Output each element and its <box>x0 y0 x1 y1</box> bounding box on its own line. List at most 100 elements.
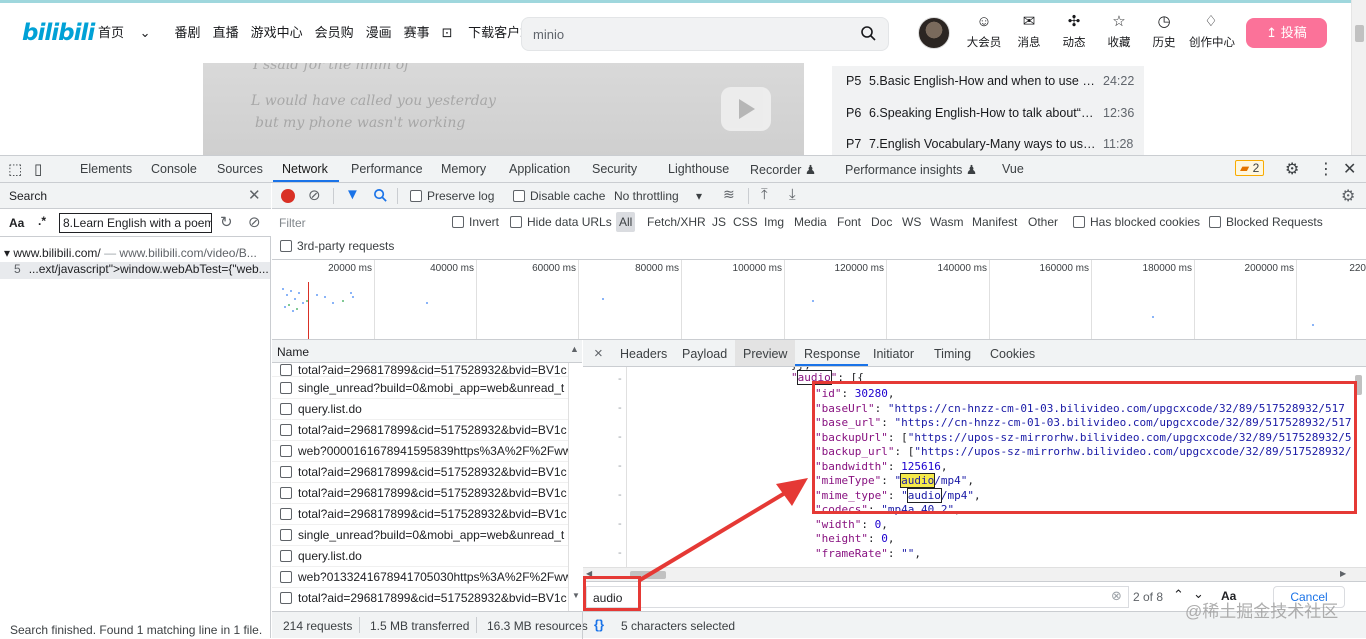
nav-home[interactable]: 首页 ⌄ <box>98 22 163 41</box>
network-settings-icon[interactable]: ⚙ <box>1341 186 1355 206</box>
name-column-header[interactable]: Name <box>277 345 309 359</box>
tab-vue[interactable]: Vue <box>1002 162 1024 176</box>
inspect-icon[interactable]: ⬚ <box>8 160 22 178</box>
type-filter-manifest[interactable]: Manifest <box>972 215 1017 229</box>
play-icon[interactable] <box>721 87 771 131</box>
video-player[interactable]: I ssaid for the hmm of L would have call… <box>203 63 804 155</box>
nav-game-center[interactable]: 游戏中心 <box>251 22 303 41</box>
nav-live[interactable]: 直播 <box>213 22 239 41</box>
find-previous-icon[interactable]: ⌃ <box>1173 587 1184 603</box>
timeline-overview[interactable]: 20000 ms 40000 ms 60000 ms 80000 ms 1000… <box>272 260 1366 340</box>
tab-cookies[interactable]: Cookies <box>990 347 1035 361</box>
scrollbar-thumb[interactable] <box>1355 25 1364 42</box>
request-row[interactable]: total?aid=296817899&cid=517528932&bvid=B… <box>272 483 568 504</box>
tab-initiator[interactable]: Initiator <box>873 347 914 361</box>
export-har-icon[interactable]: ⤓ <box>789 186 796 203</box>
clear-icon[interactable]: ⊘ <box>248 213 261 231</box>
nav-manga[interactable]: 漫画 <box>366 22 392 41</box>
pretty-print-icon[interactable]: {} <box>594 617 604 632</box>
record-icon[interactable] <box>281 189 295 203</box>
third-party-checkbox[interactable]: 3rd-party requests <box>280 239 394 253</box>
search-result-line[interactable]: 5 ...ext/javascript">window.webAbTest={"w… <box>0 262 270 279</box>
refresh-icon[interactable]: ↻ <box>220 213 233 231</box>
type-filter-img[interactable]: Img <box>764 215 784 229</box>
request-row[interactable]: query.list.do <box>272 546 568 567</box>
has-blocked-cookies-checkbox[interactable]: Has blocked cookies <box>1073 215 1200 229</box>
dynamic-button[interactable]: ✣ 动态 <box>1054 13 1094 50</box>
type-filter-fetch-xhr[interactable]: Fetch/XHR <box>647 215 706 229</box>
playlist-item[interactable]: P6 6.Speaking English-How to talk about“S… <box>846 106 1136 126</box>
tab-headers[interactable]: Headers <box>620 347 667 361</box>
history-button[interactable]: ◷ 历史 <box>1144 13 1184 50</box>
vip-button[interactable]: ☺ 大会员 <box>964 13 1004 50</box>
scroll-right-icon[interactable]: ▶ <box>1340 569 1346 578</box>
tab-recorder[interactable]: Recorder ♟ <box>750 162 816 177</box>
network-conditions-icon[interactable]: ≋ <box>723 186 735 203</box>
tab-console[interactable]: Console <box>151 162 197 176</box>
tab-lighthouse[interactable]: Lighthouse <box>668 162 729 176</box>
request-row[interactable]: web?0000161678941595839https%3A%2F%2Fwww <box>272 441 568 462</box>
tab-timing[interactable]: Timing <box>934 347 971 361</box>
tab-response[interactable]: Response <box>804 347 860 361</box>
close-devtools-icon[interactable]: ✕ <box>1343 159 1356 179</box>
tab-performance-insights[interactable]: Performance insights ♟ <box>845 162 977 177</box>
request-row[interactable]: total?aid=296817899&cid=517528932&bvid=B… <box>272 504 568 525</box>
type-filter-js[interactable]: JS <box>712 215 726 229</box>
response-horizontal-scrollbar[interactable]: ◀ ▶ <box>583 567 1366 581</box>
close-search-icon[interactable]: ✕ <box>248 186 261 204</box>
site-search-input[interactable]: minio <box>533 27 564 42</box>
search-network-icon[interactable] <box>373 188 388 203</box>
avatar[interactable] <box>918 17 950 49</box>
request-row[interactable]: total?aid=296817899&cid=517528932&bvid=B… <box>272 363 568 377</box>
nav-mall[interactable]: 会员购 <box>315 22 354 41</box>
type-filter-ws[interactable]: WS <box>902 215 921 229</box>
scroll-down-icon[interactable]: ▼ <box>572 591 580 600</box>
disable-cache-checkbox[interactable]: Disable cache <box>513 189 605 203</box>
type-filter-doc[interactable]: Doc <box>871 215 892 229</box>
tab-network[interactable]: Network <box>282 162 328 176</box>
request-row[interactable]: single_unread?build=0&mobi_app=web&unrea… <box>272 525 568 546</box>
favorite-button[interactable]: ☆ 收藏 <box>1099 13 1139 50</box>
type-filter-font[interactable]: Font <box>837 215 861 229</box>
request-list-scrollbar[interactable]: ▼ <box>568 363 582 611</box>
hide-data-urls-checkbox[interactable]: Hide data URLs <box>510 215 612 229</box>
clear-find-icon[interactable]: ⊗ <box>1111 588 1122 604</box>
issues-badge[interactable]: ▰ 2 <box>1235 160 1265 176</box>
more-options-icon[interactable]: ⋮ <box>1318 159 1334 179</box>
match-case-toggle[interactable]: Aa <box>9 216 24 230</box>
settings-icon[interactable]: ⚙ <box>1285 159 1299 179</box>
request-row[interactable]: total?aid=296817899&cid=517528932&bvid=B… <box>272 588 568 609</box>
filter-icon[interactable]: ▼ <box>345 186 360 203</box>
tab-memory[interactable]: Memory <box>441 162 486 176</box>
playlist-item[interactable]: P5 5.Basic English-How and when to use DO… <box>846 74 1136 94</box>
throttling-select[interactable]: No throttling ▾ <box>614 189 702 203</box>
upload-button[interactable]: ↥ 投稿 <box>1246 18 1327 48</box>
search-result-file[interactable]: ▾ www.bilibili.com/ — www.bilibili.com/v… <box>4 246 270 260</box>
tab-performance[interactable]: Performance <box>351 162 423 176</box>
request-row[interactable]: query.list.do <box>272 399 568 420</box>
message-button[interactable]: ✉ 消息 <box>1009 13 1049 50</box>
creator-button[interactable]: ♢ 创作中心 <box>1189 13 1235 50</box>
type-filter-css[interactable]: CSS <box>733 215 758 229</box>
type-filter-wasm[interactable]: Wasm <box>930 215 964 229</box>
site-search-box[interactable]: minio <box>521 17 889 51</box>
preserve-log-checkbox[interactable]: Preserve log <box>410 189 494 203</box>
bilibili-logo[interactable]: bilibili <box>22 20 95 46</box>
search-query-input[interactable]: 8.Learn English with a poem <box>59 213 212 233</box>
invert-checkbox[interactable]: Invert <box>452 215 499 229</box>
page-scrollbar[interactable] <box>1351 0 1366 155</box>
tab-preview[interactable]: Preview <box>735 340 796 366</box>
nav-esports[interactable]: 赛事 <box>404 22 430 41</box>
import-har-icon[interactable]: ⤒ <box>761 186 768 203</box>
filter-input[interactable]: Filter <box>275 212 439 232</box>
search-icon[interactable] <box>860 25 876 41</box>
type-filter-media[interactable]: Media <box>794 215 827 229</box>
request-row[interactable]: web?0133241678941705030https%3A%2F%2Fwww <box>272 567 568 588</box>
close-detail-icon[interactable]: × <box>594 345 603 362</box>
tab-application[interactable]: Application <box>509 162 570 176</box>
type-filter-all[interactable]: All <box>616 212 636 232</box>
request-row[interactable]: single_unread?build=0&mobi_app=web&unrea… <box>272 378 568 399</box>
regex-toggle[interactable]: .* <box>38 214 46 228</box>
device-toolbar-icon[interactable]: ▯ <box>34 160 42 178</box>
tab-sources[interactable]: Sources <box>217 162 263 176</box>
